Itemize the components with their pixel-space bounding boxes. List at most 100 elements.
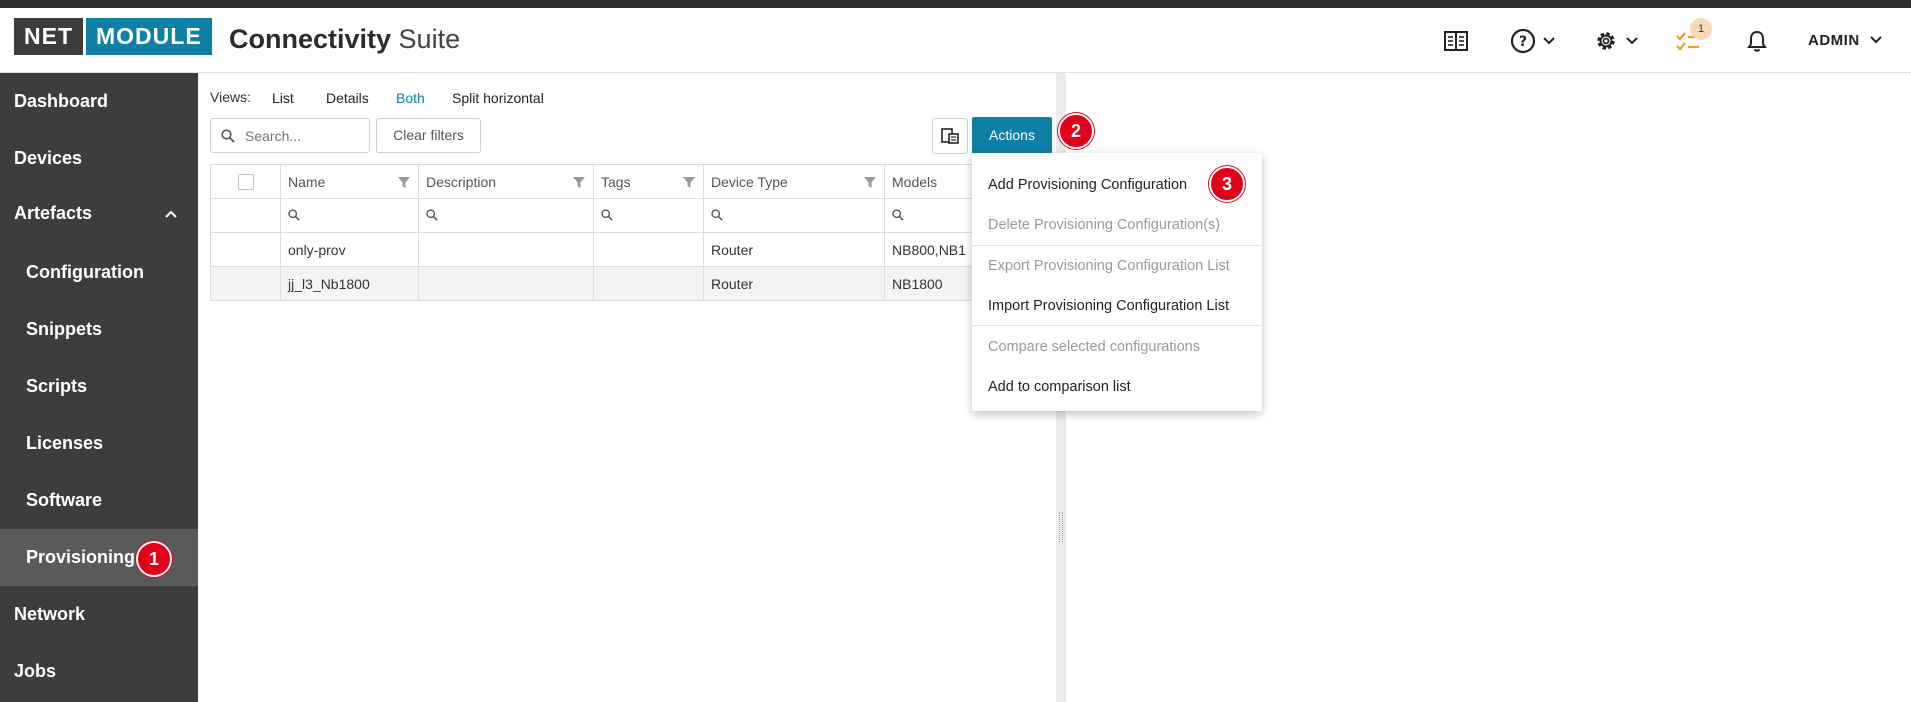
- chevron-down-icon: [1543, 37, 1555, 45]
- view-split-horizontal[interactable]: Split horizontal: [452, 90, 544, 106]
- column-label: Name: [288, 173, 326, 190]
- menu-add-to-comparison-list[interactable]: Add to comparison list: [988, 379, 1131, 395]
- table-row[interactable]: jj_l3_Nb1800 Router NB1800: [210, 266, 977, 301]
- cell-description: [418, 232, 594, 267]
- filter-cell[interactable]: [418, 198, 594, 233]
- sidebar-item-label: Configuration: [26, 262, 144, 282]
- menu-add-provisioning-configuration[interactable]: Add Provisioning Configuration: [988, 177, 1187, 193]
- table-header-row: Name Description Tags Device Type Models: [210, 164, 977, 199]
- app-title-bold: Connectivity: [229, 24, 392, 54]
- sidebar-item-label: Network: [14, 604, 86, 624]
- chevron-down-icon: [1626, 37, 1638, 45]
- filter-icon[interactable]: [682, 175, 696, 189]
- row-select-cell[interactable]: [210, 232, 281, 267]
- main-content: Views: List Details Both Split horizonta…: [198, 73, 1056, 702]
- sidebar-item-snippets[interactable]: Snippets: [0, 301, 198, 358]
- book-icon: [1444, 31, 1468, 51]
- sidebar-item-licenses[interactable]: Licenses: [0, 415, 198, 472]
- sidebar-item-label: Scripts: [26, 376, 88, 396]
- sidebar-item-configuration[interactable]: Configuration: [0, 244, 198, 301]
- sidebar-item-network[interactable]: Network: [0, 586, 198, 643]
- sidebar-item-artefacts[interactable]: Artefacts: [0, 185, 198, 242]
- splitter-grip-icon[interactable]: [1059, 512, 1063, 542]
- filter-cell[interactable]: [593, 198, 704, 233]
- documentation-button[interactable]: [1444, 28, 1468, 54]
- filter-icon[interactable]: [863, 175, 877, 189]
- svg-text:?: ?: [1519, 34, 1527, 50]
- cell-description: [418, 266, 594, 301]
- column-name[interactable]: Name: [280, 164, 419, 199]
- views-label: Views:: [210, 89, 251, 105]
- help-menu[interactable]: ?: [1510, 28, 1556, 54]
- split-view-icon: [941, 128, 959, 144]
- sidebar-item-label: Jobs: [14, 661, 57, 681]
- view-list[interactable]: List: [272, 90, 294, 106]
- step-marker-1: 1: [136, 541, 172, 577]
- actions-button[interactable]: Actions: [972, 117, 1052, 154]
- sidebar-item-label: Provisioning: [26, 547, 136, 567]
- app-header: NET MODULE Connectivity Suite ? 1 ADMIN: [0, 8, 1911, 73]
- search-icon: [601, 208, 613, 221]
- sidebar-item-label: Dashboard: [14, 91, 109, 111]
- sidebar: Dashboard Devices Artefacts Configuratio…: [0, 73, 198, 702]
- view-both[interactable]: Both: [396, 90, 425, 106]
- sidebar-item-scripts[interactable]: Scripts: [0, 358, 198, 415]
- column-device-type[interactable]: Device Type: [703, 164, 885, 199]
- sidebar-item-label: Software: [26, 490, 103, 510]
- menu-compare-selected-configurations: Compare selected configurations: [988, 339, 1200, 355]
- column-label: Device Type: [711, 173, 788, 190]
- filter-icon[interactable]: [572, 175, 586, 189]
- notifications-button[interactable]: [1746, 28, 1768, 54]
- search-input[interactable]: [245, 127, 355, 144]
- menu-export-provisioning-configuration-list: Export Provisioning Configuration List: [988, 258, 1230, 274]
- clear-filters-button[interactable]: Clear filters: [376, 118, 481, 153]
- cell-device-type: Router: [703, 266, 885, 301]
- search-box[interactable]: [210, 118, 370, 153]
- user-menu[interactable]: ADMIN: [1808, 32, 1883, 49]
- cell-models: NB1800: [884, 266, 977, 301]
- sidebar-item-label: Devices: [14, 148, 83, 168]
- chevron-down-icon: [1870, 36, 1883, 44]
- cell-name: jj_l3_Nb1800: [280, 266, 419, 301]
- filter-cell[interactable]: [280, 198, 419, 233]
- settings-menu[interactable]: [1593, 28, 1639, 54]
- column-label: Description: [426, 173, 497, 190]
- help-icon: ?: [1510, 28, 1536, 54]
- column-label: Tags: [601, 173, 631, 190]
- table-row[interactable]: only-prov Router NB800,NB1: [210, 232, 977, 267]
- sidebar-item-software[interactable]: Software: [0, 472, 198, 529]
- user-name: ADMIN: [1808, 32, 1860, 49]
- filter-cell: [210, 198, 281, 233]
- column-models[interactable]: Models: [884, 164, 977, 199]
- sidebar-item-devices[interactable]: Devices: [0, 130, 198, 187]
- row-select-cell[interactable]: [210, 266, 281, 301]
- sidebar-item-jobs[interactable]: Jobs: [0, 643, 198, 700]
- menu-import-provisioning-configuration-list[interactable]: Import Provisioning Configuration List: [988, 298, 1229, 314]
- sidebar-item-label: Snippets: [26, 319, 103, 339]
- search-icon: [221, 128, 235, 143]
- column-description[interactable]: Description: [418, 164, 594, 199]
- app-title: Connectivity Suite: [229, 24, 460, 55]
- column-label: Models: [892, 173, 938, 190]
- sidebar-item-dashboard[interactable]: Dashboard: [0, 73, 198, 130]
- sidebar-item-label: Artefacts: [14, 203, 93, 223]
- select-all-checkbox[interactable]: [237, 173, 254, 190]
- cell-device-type: Router: [703, 232, 885, 267]
- step-marker-2: 2: [1058, 113, 1094, 149]
- step-marker-3: 3: [1209, 166, 1245, 202]
- menu-separator: [972, 245, 1262, 246]
- cell-models: NB800,NB1: [884, 232, 977, 267]
- filter-cell[interactable]: [884, 198, 977, 233]
- netmodule-logo[interactable]: NET MODULE: [14, 18, 212, 55]
- app-title-light: Suite: [398, 24, 461, 54]
- filter-icon[interactable]: [397, 175, 411, 189]
- filter-cell[interactable]: [703, 198, 885, 233]
- select-all-cell: [210, 164, 281, 199]
- column-tags[interactable]: Tags: [593, 164, 704, 199]
- view-details[interactable]: Details: [326, 90, 369, 106]
- layout-toggle-button[interactable]: [932, 118, 968, 154]
- bell-icon: [1747, 30, 1767, 52]
- cell-name: only-prov: [280, 232, 419, 267]
- menu-delete-provisioning-configurations: Delete Provisioning Configuration(s): [988, 217, 1221, 233]
- cell-tags: [593, 266, 704, 301]
